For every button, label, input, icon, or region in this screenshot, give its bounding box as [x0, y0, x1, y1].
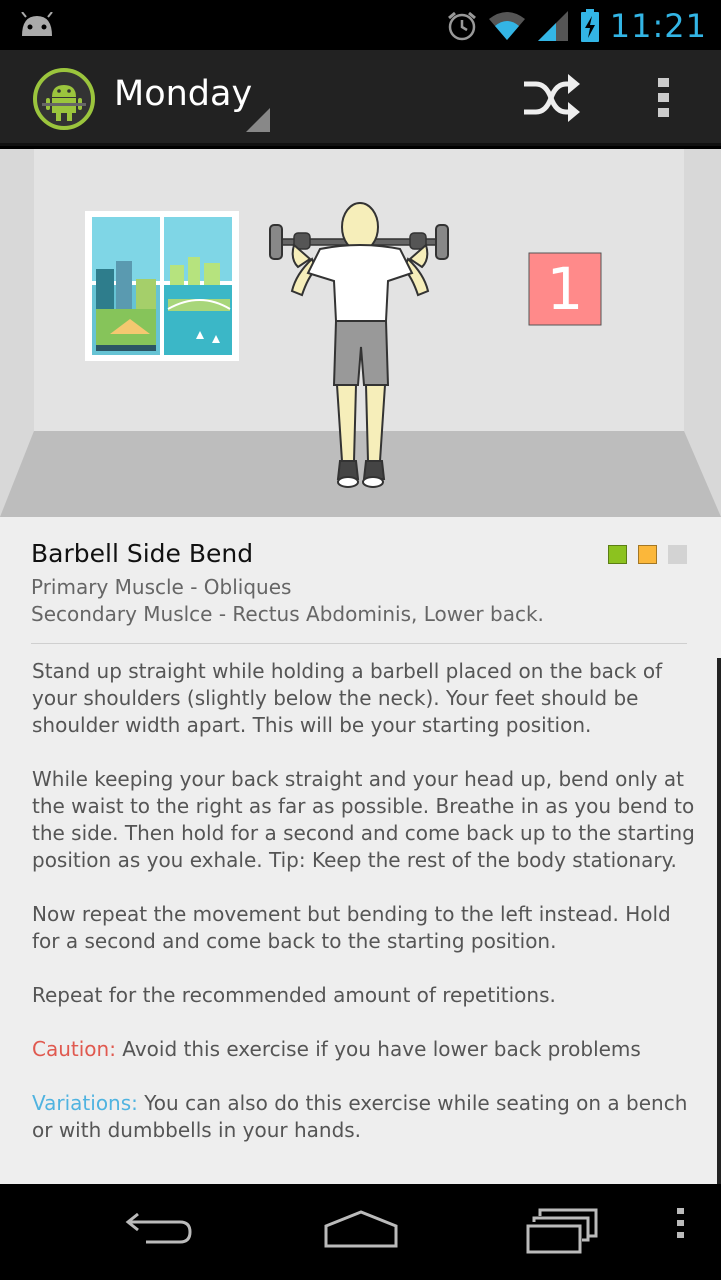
- description-paragraph: Stand up straight while holding a barbel…: [32, 659, 663, 737]
- exercise-illustration: 1: [0, 149, 721, 517]
- variations-label: Variations:: [32, 1091, 138, 1115]
- status-bar: 11:21: [0, 0, 721, 50]
- shuffle-icon[interactable]: [520, 72, 582, 124]
- exercise-title: Barbell Side Bend: [31, 539, 254, 568]
- description-paragraph: Repeat for the recommended amount of rep…: [32, 983, 556, 1007]
- action-bar: Monday: [0, 50, 721, 146]
- exercise-details: Barbell Side Bend Primary Muscle - Obliq…: [0, 517, 721, 1184]
- spinner-caret-icon: [246, 108, 270, 132]
- primary-muscle: Primary Muscle - Obliques: [31, 575, 292, 599]
- caution-note: Caution: Avoid this exercise if you have…: [32, 1036, 702, 1063]
- description-paragraph: While keeping your back straight and you…: [32, 767, 695, 872]
- caution-text: Avoid this exercise if you have lower ba…: [115, 1037, 641, 1061]
- difficulty-square-3: [668, 545, 687, 564]
- caution-label: Caution:: [32, 1037, 116, 1061]
- overflow-menu-icon[interactable]: [654, 76, 674, 120]
- signal-icon: [537, 11, 568, 41]
- divider: [31, 643, 687, 644]
- window-picture: [85, 211, 239, 361]
- battery-charging-icon: [580, 9, 599, 42]
- scrollbar[interactable]: [717, 658, 721, 1184]
- clock: 11:21: [609, 7, 707, 45]
- exercise-description: Stand up straight while holding a barbel…: [32, 658, 702, 1171]
- navigation-bar: [0, 1184, 721, 1280]
- menu-icon[interactable]: [676, 1206, 686, 1240]
- difficulty-square-2: [638, 545, 657, 564]
- android-notification-icon: [21, 12, 53, 36]
- app-logo-icon[interactable]: [32, 67, 96, 131]
- day-spinner[interactable]: Monday: [114, 74, 252, 114]
- variations-note: Variations: You can also do this exercis…: [32, 1090, 702, 1144]
- secondary-muscle: Secondary Muslce - Rectus Abdominis, Low…: [31, 602, 544, 626]
- home-icon[interactable]: [322, 1206, 400, 1254]
- difficulty-square-1: [608, 545, 627, 564]
- alarm-icon: [447, 11, 476, 41]
- wifi-icon: [488, 12, 525, 40]
- back-icon[interactable]: [124, 1206, 196, 1248]
- recent-apps-icon[interactable]: [526, 1206, 600, 1254]
- difficulty-indicator: [608, 545, 687, 564]
- description-paragraph: Now repeat the movement but bending to t…: [32, 902, 671, 953]
- rep-counter-number: 1: [546, 255, 584, 323]
